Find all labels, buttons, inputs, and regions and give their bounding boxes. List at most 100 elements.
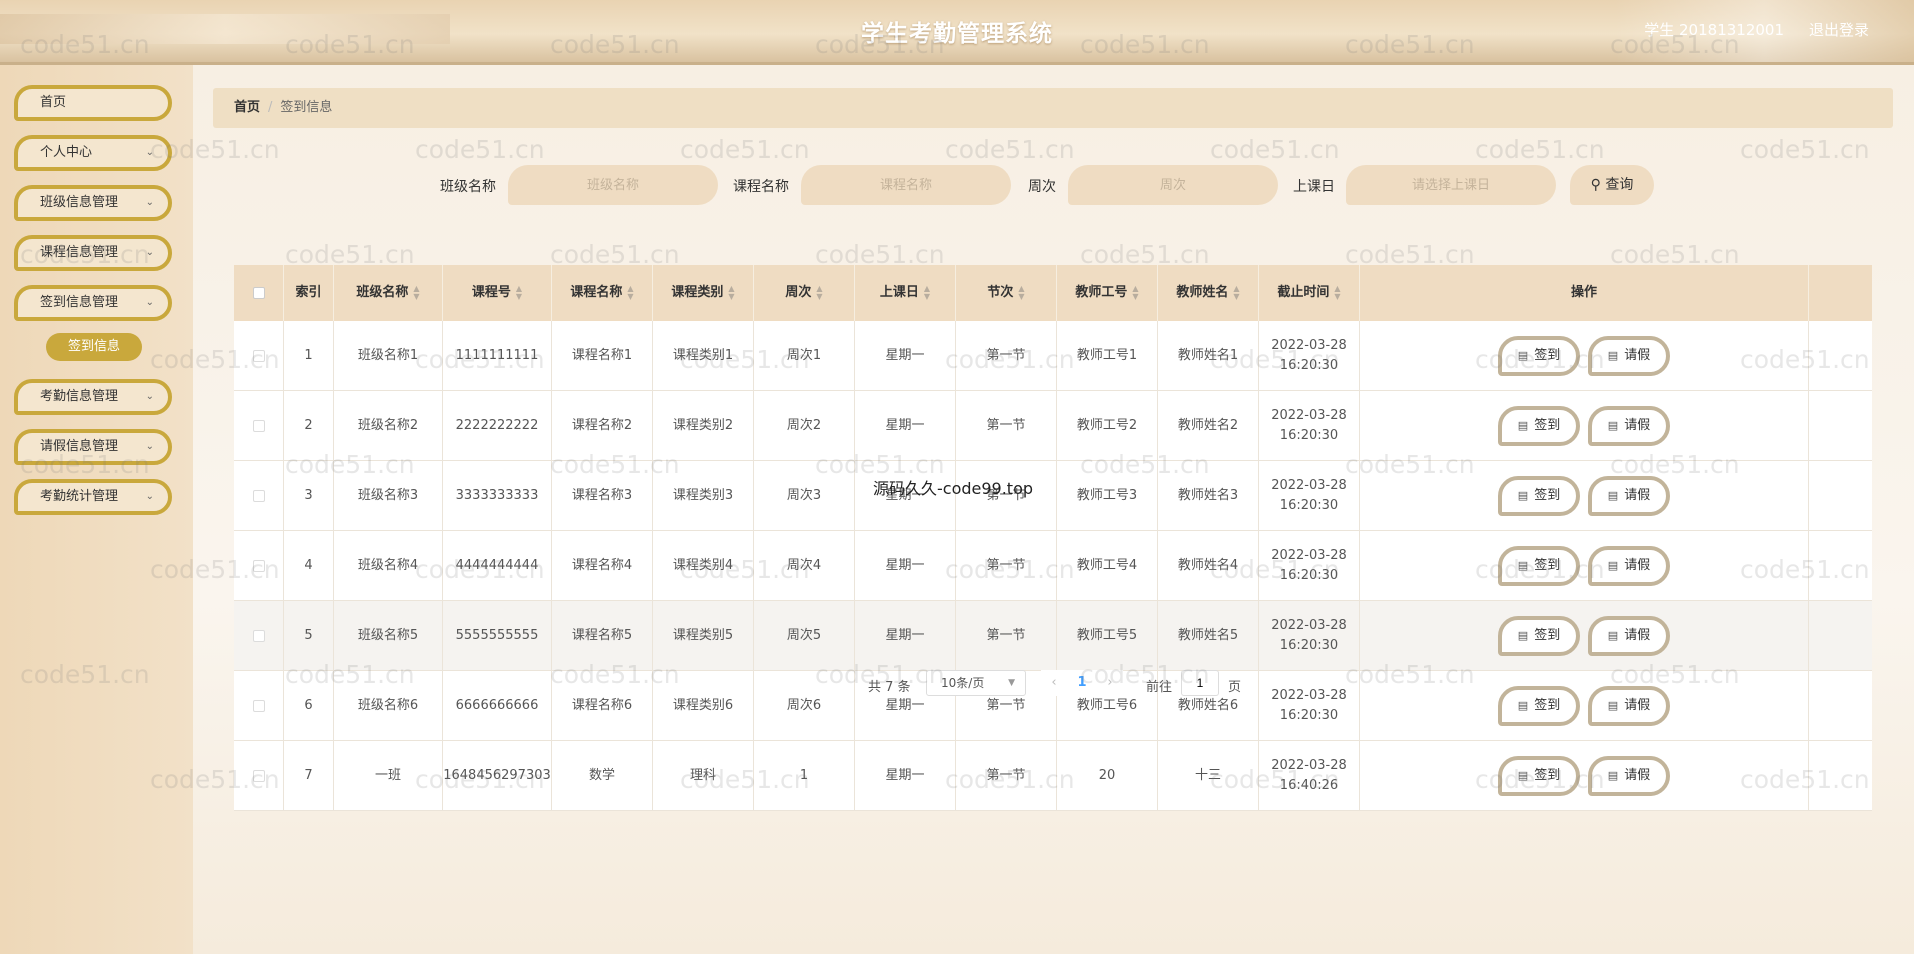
sort-icon[interactable]: ▲ ▼ bbox=[1132, 285, 1138, 301]
cell-week: 周次2 bbox=[754, 391, 855, 460]
leave-button[interactable]: ▤ 请假 bbox=[1588, 405, 1670, 446]
table-row: 4 班级名称4 4444444444 课程名称4 课程类别4 周次4 星期一 第一节 教师工号4… bbox=[234, 531, 1872, 601]
menu-item-label: 课程信息管理 bbox=[40, 245, 119, 260]
menu-item-stats[interactable]: 考勤统计管理 ⌄ bbox=[14, 479, 172, 515]
menu-item-class[interactable]: 班级信息管理 ⌄ bbox=[14, 185, 172, 221]
cell-teacher-no: 教师工号3 bbox=[1057, 461, 1158, 530]
menu-item-personal[interactable]: 个人中心 ⌄ bbox=[14, 135, 172, 171]
class-name-label: 班级名称 bbox=[440, 179, 496, 195]
cell-teacher-no: 20 bbox=[1057, 741, 1158, 810]
leave-button[interactable]: ▤ 请假 bbox=[1588, 615, 1670, 656]
leave-button[interactable]: ▤ 请假 bbox=[1588, 545, 1670, 586]
week-label: 周次 bbox=[1028, 179, 1056, 195]
cell-deadline: 2022-03-28 16:20:30 bbox=[1259, 321, 1360, 390]
column-header-label: 周次 bbox=[785, 285, 812, 300]
app-title: 学生考勤管理系统 bbox=[861, 21, 1053, 47]
column-header[interactable]: 教师姓名 ▲ ▼ bbox=[1158, 265, 1259, 321]
breadcrumb-current: 签到信息 bbox=[280, 100, 333, 115]
sort-icon[interactable]: ▲ ▼ bbox=[516, 285, 522, 301]
sort-icon[interactable]: ▲ ▼ bbox=[627, 285, 633, 301]
week-input[interactable] bbox=[1068, 165, 1278, 205]
leave-button[interactable]: ▤ 请假 bbox=[1588, 755, 1670, 796]
menu-item-leave[interactable]: 请假信息管理 ⌄ bbox=[14, 429, 172, 465]
cell-period: 第一节 bbox=[956, 321, 1057, 390]
column-header[interactable]: 截止时间 ▲ ▼ bbox=[1259, 265, 1360, 321]
course-name-label: 课程名称 bbox=[733, 179, 789, 195]
menu-item-attendance[interactable]: 考勤信息管理 ⌄ bbox=[14, 379, 172, 415]
column-header[interactable]: 索引 bbox=[284, 265, 334, 321]
cell-teacher-no: 教师工号1 bbox=[1057, 321, 1158, 390]
cell-course-name: 课程名称4 bbox=[552, 531, 653, 600]
sign-in-button[interactable]: ▤ 签到 bbox=[1498, 335, 1580, 376]
select-all-checkbox[interactable] bbox=[252, 287, 265, 299]
column-header[interactable]: 课程名称 ▲ ▼ bbox=[552, 265, 653, 321]
column-header[interactable]: 班级名称 ▲ ▼ bbox=[334, 265, 443, 321]
cell-day: 星期一 bbox=[855, 741, 956, 810]
sort-icon[interactable]: ▲ ▼ bbox=[413, 285, 419, 301]
sort-icon[interactable]: ▲ ▼ bbox=[1018, 285, 1024, 301]
cell-course-name: 课程名称2 bbox=[552, 391, 653, 460]
column-header[interactable]: 节次 ▲ ▼ bbox=[956, 265, 1057, 321]
next-page-button[interactable]: › bbox=[1097, 670, 1123, 696]
sort-icon[interactable]: ▲ ▼ bbox=[816, 285, 822, 301]
chevron-down-icon: ⌄ bbox=[145, 491, 154, 502]
column-header[interactable]: 上课日 ▲ ▼ bbox=[855, 265, 956, 321]
menu-item-home[interactable]: 首页 bbox=[14, 85, 172, 121]
menu-item-signin[interactable]: 签到信息管理 ⌄ bbox=[14, 285, 172, 321]
menu-item-course[interactable]: 课程信息管理 ⌄ bbox=[14, 235, 172, 271]
search-button[interactable]: ⚲ 查询 bbox=[1570, 165, 1654, 205]
cell-week: 周次4 bbox=[754, 531, 855, 600]
sort-icon[interactable]: ▲ ▼ bbox=[924, 285, 930, 301]
sign-in-button[interactable]: ▤ 签到 bbox=[1498, 545, 1580, 586]
row-checkbox[interactable] bbox=[252, 769, 265, 782]
cell-teacher: 教师姓名3 bbox=[1158, 461, 1259, 530]
cell-period: 第一节 bbox=[956, 531, 1057, 600]
logout-link[interactable]: 退出登录 bbox=[1809, 19, 1869, 40]
sort-icon[interactable]: ▲ ▼ bbox=[728, 285, 734, 301]
page-jump-input[interactable] bbox=[1181, 670, 1219, 696]
column-header-label: 课程号 bbox=[471, 285, 511, 300]
sign-in-label: 签到 bbox=[1534, 417, 1561, 433]
sign-in-label: 签到 bbox=[1534, 767, 1561, 783]
submenu-item-signin-info[interactable]: 签到信息 bbox=[46, 333, 142, 361]
sign-in-button[interactable]: ▤ 签到 bbox=[1498, 755, 1580, 796]
cell-week: 周次1 bbox=[754, 321, 855, 390]
cell-index: 2 bbox=[284, 391, 334, 460]
row-checkbox[interactable] bbox=[252, 489, 265, 502]
class-name-input[interactable] bbox=[508, 165, 718, 205]
row-checkbox[interactable] bbox=[252, 419, 265, 432]
class-day-input[interactable] bbox=[1346, 165, 1556, 205]
sign-in-button[interactable]: ▤ 签到 bbox=[1498, 405, 1580, 446]
document-icon: ▤ bbox=[1607, 768, 1619, 782]
menu-item-label: 考勤统计管理 bbox=[40, 489, 119, 504]
document-icon: ▤ bbox=[1607, 418, 1619, 432]
leave-button[interactable]: ▤ 请假 bbox=[1588, 475, 1670, 516]
prev-page-button[interactable]: ‹ bbox=[1041, 670, 1067, 696]
goto-label: 前往 bbox=[1146, 680, 1173, 695]
row-checkbox[interactable] bbox=[252, 349, 265, 362]
row-checkbox-cell bbox=[234, 741, 284, 810]
page-number-button[interactable]: 1 bbox=[1067, 670, 1097, 696]
leave-button[interactable]: ▤ 请假 bbox=[1588, 335, 1670, 376]
row-checkbox[interactable] bbox=[252, 699, 265, 712]
column-header[interactable]: 周次 ▲ ▼ bbox=[754, 265, 855, 321]
pagination: 共 7 条 10条/页 ▼ ‹ 1 › 前往 页 bbox=[193, 670, 1914, 700]
cell-teacher-no: 教师工号2 bbox=[1057, 391, 1158, 460]
sort-icon[interactable]: ▲ ▼ bbox=[1233, 285, 1239, 301]
column-header[interactable]: 操作 bbox=[1360, 265, 1809, 321]
cell-course-name: 课程名称5 bbox=[552, 601, 653, 670]
column-header[interactable]: 教师工号 ▲ ▼ bbox=[1057, 265, 1158, 321]
row-checkbox[interactable] bbox=[252, 559, 265, 572]
column-header-label: 操作 bbox=[1570, 285, 1597, 300]
row-checkbox-cell bbox=[234, 601, 284, 670]
column-header[interactable]: 课程号 ▲ ▼ bbox=[443, 265, 552, 321]
sort-icon[interactable]: ▲ ▼ bbox=[1334, 285, 1340, 301]
sign-in-button[interactable]: ▤ 签到 bbox=[1498, 475, 1580, 516]
menu-item-label: 个人中心 bbox=[40, 145, 93, 160]
page-size-select[interactable]: 10条/页 ▼ bbox=[926, 670, 1026, 696]
row-checkbox[interactable] bbox=[252, 629, 265, 642]
column-header[interactable]: 课程类别 ▲ ▼ bbox=[653, 265, 754, 321]
sign-in-button[interactable]: ▤ 签到 bbox=[1498, 615, 1580, 656]
breadcrumb-home[interactable]: 首页 bbox=[234, 100, 260, 115]
course-name-input[interactable] bbox=[801, 165, 1011, 205]
